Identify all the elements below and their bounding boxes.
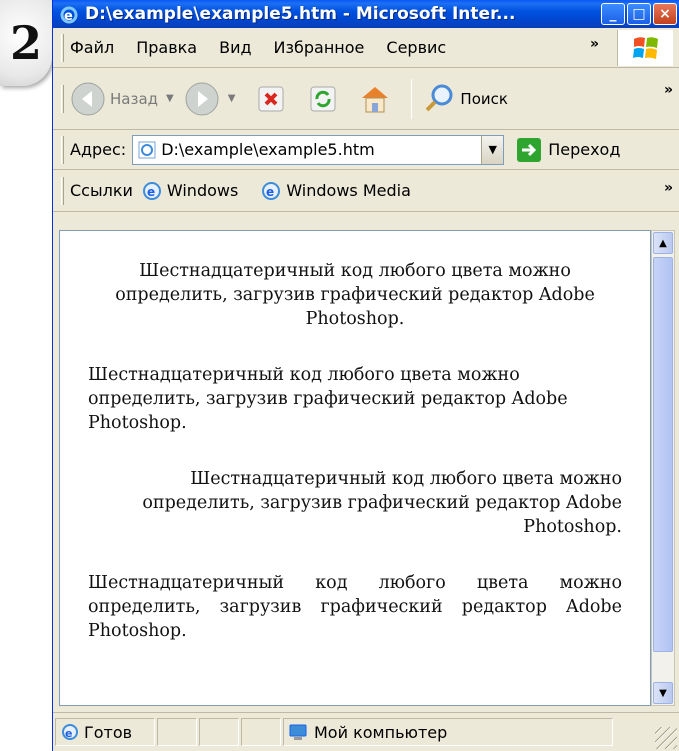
page-icon <box>138 141 156 158</box>
paragraph-center: Шестнадцатеричный код любого цвета можно… <box>115 261 595 329</box>
windows-logo-icon <box>617 30 673 66</box>
search-label: Поиск <box>460 89 508 108</box>
paragraph-right: Шестнадцатеричный код любого цвета можно… <box>142 469 622 537</box>
maximize-button[interactable]: □ <box>627 3 651 25</box>
address-dropdown-button[interactable]: ▼ <box>481 135 504 164</box>
browser-window: e D:\example\example5.htm - Microsoft In… <box>52 0 679 751</box>
status-bar: e Готов Мой компьютер <box>53 712 679 751</box>
link-label: Windows <box>166 181 239 200</box>
menu-file[interactable]: Файл <box>70 38 114 57</box>
scroll-thumb[interactable] <box>653 257 673 652</box>
ie-page-icon: e <box>262 181 281 200</box>
ie-page-icon: e <box>62 724 78 740</box>
chevron-down-icon[interactable]: ▼ <box>166 93 174 104</box>
svg-text:e: e <box>147 185 155 199</box>
toolbar-grip[interactable] <box>61 84 64 113</box>
back-button[interactable]: Назад ▼ <box>70 81 174 117</box>
search-button[interactable]: Поиск <box>422 82 508 116</box>
menu-favorites[interactable]: Избранное <box>274 38 365 57</box>
go-button[interactable]: Переход <box>516 137 620 163</box>
svg-text:e: e <box>65 727 72 740</box>
svg-text:e: e <box>266 185 274 199</box>
toolbar-overflow-chevron[interactable]: » <box>664 82 673 98</box>
resize-grip[interactable] <box>655 727 677 749</box>
toolbar-grip[interactable] <box>61 176 64 205</box>
home-icon <box>362 86 389 112</box>
toolbar-separator <box>411 78 413 119</box>
links-bar: Ссылки e Windows e Windows Media » <box>53 170 679 212</box>
home-button[interactable] <box>357 81 393 117</box>
status-text-cell: e Готов <box>55 718 155 746</box>
go-arrow-icon <box>517 137 542 162</box>
status-zone-cell: Мой компьютер <box>283 718 613 746</box>
menu-edit[interactable]: Правка <box>136 38 197 57</box>
back-label: Назад <box>110 89 159 108</box>
slide-number-badge: 2 <box>0 0 52 86</box>
address-bar: Адрес: D:\example\example5.htm ▼ Переход <box>53 130 679 170</box>
arrow-down-icon: ▼ <box>659 687 667 699</box>
forward-button[interactable]: ▼ <box>184 81 236 117</box>
forward-arrow-icon <box>185 82 219 115</box>
minimize-button[interactable]: _ <box>601 3 625 25</box>
links-label: Ссылки <box>70 181 133 200</box>
menu-overflow-chevron[interactable]: » <box>590 36 599 52</box>
svg-text:e: e <box>64 9 73 24</box>
ie-page-icon: e <box>142 181 161 200</box>
address-label: Адрес: <box>70 140 127 159</box>
refresh-button[interactable] <box>305 81 341 117</box>
search-icon <box>426 84 453 111</box>
chevron-down-icon[interactable]: ▼ <box>228 93 236 104</box>
arrow-up-icon: ▲ <box>659 237 667 249</box>
paragraph-left: Шестнадцатеричный код любого цвета можно… <box>88 365 568 433</box>
window-title: D:\example\example5.htm - Microsoft Inte… <box>85 4 516 24</box>
status-text: Готов <box>84 722 133 742</box>
stop-button[interactable] <box>253 81 289 117</box>
page-content: Шестнадцатеричный код любого цвета можно… <box>59 230 651 706</box>
status-zone: Мой компьютер <box>314 722 448 742</box>
toolbar-grip[interactable] <box>61 135 64 164</box>
address-input[interactable]: D:\example\example5.htm ▼ <box>132 134 505 165</box>
close-button[interactable]: × <box>653 3 677 25</box>
vertical-scrollbar[interactable]: ▲ ▼ <box>651 230 675 706</box>
scroll-up-button[interactable]: ▲ <box>653 232 673 254</box>
paragraph-justify: Шестнадцатеричный код любого цвета можно… <box>88 573 622 641</box>
link-windows[interactable]: e Windows <box>141 180 238 202</box>
back-arrow-icon <box>71 82 105 115</box>
link-label: Windows Media <box>286 181 411 200</box>
title-bar[interactable]: e D:\example\example5.htm - Microsoft In… <box>53 0 679 28</box>
chevron-down-icon: ▼ <box>488 143 497 156</box>
standard-toolbar: Назад ▼ ▼ Поиск » <box>53 68 679 130</box>
toolbar-grip[interactable] <box>61 33 64 62</box>
links-overflow-chevron[interactable]: » <box>664 180 673 196</box>
address-value: D:\example\example5.htm <box>161 140 375 159</box>
computer-icon <box>289 724 307 740</box>
scroll-down-button[interactable]: ▼ <box>653 682 673 704</box>
stop-icon <box>258 86 284 111</box>
status-cell <box>241 718 281 746</box>
menu-tools[interactable]: Сервис <box>386 38 446 57</box>
link-windows-media[interactable]: e Windows Media <box>260 180 411 202</box>
refresh-icon <box>310 86 336 111</box>
status-cell <box>199 718 239 746</box>
ie-logo-icon: e <box>60 6 78 24</box>
menu-view[interactable]: Вид <box>219 38 251 57</box>
menu-bar: Файл Правка Вид Избранное Сервис » <box>53 28 679 68</box>
status-cell <box>157 718 197 746</box>
go-label: Переход <box>548 140 621 159</box>
